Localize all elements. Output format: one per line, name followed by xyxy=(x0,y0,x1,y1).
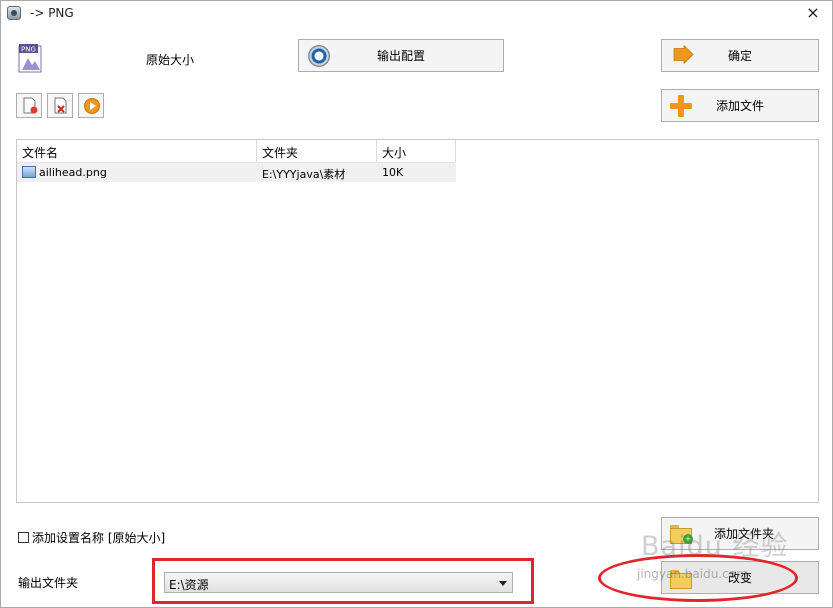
file-name: ailihead.png xyxy=(39,166,107,179)
plus-badge-icon: + xyxy=(683,533,693,544)
output-config-button[interactable]: 输出配置 xyxy=(298,39,504,72)
png-format-icon: PNG xyxy=(18,43,44,74)
add-file-button[interactable]: 添加文件 xyxy=(661,89,819,122)
file-list[interactable]: 文件名 文件夹 大小 ailihead.png E:\YYYjava\素材 10… xyxy=(16,139,819,503)
close-button[interactable]: × xyxy=(802,3,824,23)
folder-add-icon: + xyxy=(670,524,694,544)
play-icon xyxy=(84,98,100,114)
file-list-header: 文件名 文件夹 大小 xyxy=(17,140,456,163)
add-setting-name-option[interactable]: 添加设置名称 [原始大小] xyxy=(18,529,165,546)
add-folder-label: 添加文件夹 xyxy=(713,527,774,541)
arrow-right-icon xyxy=(672,44,694,66)
remove-selected-button[interactable] xyxy=(16,93,42,118)
window-title: -> PNG xyxy=(30,6,74,20)
clear-list-button[interactable] xyxy=(47,93,73,118)
highlight-ellipse xyxy=(598,554,798,602)
add-folder-button[interactable]: + 添加文件夹 xyxy=(661,517,819,550)
table-row[interactable]: ailihead.png E:\YYYjava\素材 10K xyxy=(17,163,456,182)
app-window: -> PNG × PNG 原始大小 输出配置 确定 添加文件 文件名 文件夹 大… xyxy=(0,0,833,608)
add-setting-name-checkbox[interactable] xyxy=(18,532,29,543)
document-remove-icon xyxy=(23,97,38,114)
image-file-icon xyxy=(22,166,36,178)
column-header-folder[interactable]: 文件夹 xyxy=(257,140,377,163)
column-header-filename[interactable]: 文件名 xyxy=(17,140,257,163)
ok-label: 确定 xyxy=(727,49,752,63)
ok-button[interactable]: 确定 xyxy=(661,39,819,72)
file-size-cell: 10K xyxy=(382,166,404,179)
output-config-label: 输出配置 xyxy=(376,49,425,63)
add-setting-name-label: 添加设置名称 [原始大小] xyxy=(32,531,166,545)
svg-text:PNG: PNG xyxy=(21,46,36,54)
highlight-rectangle xyxy=(152,558,534,604)
app-icon xyxy=(7,6,21,20)
column-header-size[interactable]: 大小 xyxy=(377,140,456,163)
file-name-cell: ailihead.png xyxy=(17,163,257,182)
plus-icon xyxy=(669,94,693,118)
original-size-label: 原始大小 xyxy=(146,53,195,67)
file-folder-cell: E:\YYYjava\素材 xyxy=(262,168,346,181)
document-delete-icon xyxy=(54,97,67,114)
play-button[interactable] xyxy=(78,93,104,118)
gear-icon xyxy=(308,44,330,67)
title-bar: -> PNG × xyxy=(1,1,832,27)
output-folder-label: 输出文件夹 xyxy=(18,576,79,590)
add-file-label: 添加文件 xyxy=(715,99,764,113)
